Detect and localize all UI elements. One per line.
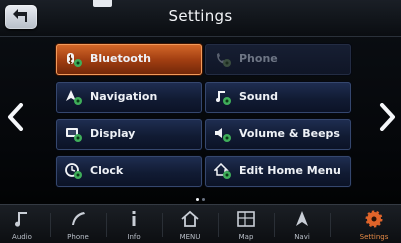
previous-page-button[interactable]	[6, 103, 26, 131]
divider	[274, 213, 275, 237]
bottom-audio-label: Audio	[12, 233, 32, 241]
phone-handset-icon	[72, 212, 85, 225]
divider	[330, 213, 331, 237]
bottom-map-label: Map	[238, 233, 254, 241]
page-title: Settings	[168, 7, 233, 25]
home-icon	[181, 210, 199, 227]
display-label: Display	[90, 127, 136, 140]
navigation-label: Navigation	[90, 90, 158, 103]
speaker-gear-icon	[215, 128, 231, 142]
divider	[50, 213, 51, 237]
sound-label: Sound	[239, 90, 279, 103]
clock-label: Clock	[90, 164, 124, 177]
bottom-menu-button[interactable]: MENU	[168, 205, 212, 243]
bottom-navi-label: Navi	[294, 233, 310, 241]
bottom-nav-bar: Audio Phone Info MENU Map Navi Settings	[0, 204, 401, 243]
phone-gear-icon	[217, 53, 231, 67]
page-dot-current	[196, 198, 199, 201]
music-note-gear-icon	[216, 91, 231, 105]
divider	[106, 213, 107, 237]
map-icon	[237, 211, 255, 227]
music-note-icon	[15, 212, 27, 227]
info-icon	[132, 211, 136, 226]
page-dot	[202, 198, 205, 201]
volume-beeps-label: Volume & Beeps	[239, 127, 340, 140]
display-gear-icon	[66, 128, 82, 142]
bottom-info-label: Info	[127, 233, 141, 241]
header-bar: Settings	[0, 0, 401, 37]
home-gear-icon	[214, 163, 231, 179]
bottom-navi-button[interactable]: Navi	[280, 205, 324, 243]
page-indicator	[196, 198, 208, 202]
phone-label: Phone	[239, 52, 278, 65]
volume-beeps-button[interactable]: Volume & Beeps	[205, 119, 351, 150]
chevron-right-icon	[380, 103, 395, 131]
phone-button[interactable]: Phone	[205, 44, 351, 75]
display-button[interactable]: Display	[56, 119, 202, 150]
divider	[162, 213, 163, 237]
clock-gear-icon	[65, 163, 82, 179]
bottom-phone-button[interactable]: Phone	[56, 205, 100, 243]
edit-home-menu-label: Edit Home Menu	[239, 164, 341, 177]
bottom-map-button[interactable]: Map	[224, 205, 268, 243]
clock-button[interactable]: Clock	[56, 156, 202, 187]
bottom-phone-label: Phone	[67, 233, 89, 241]
next-page-button[interactable]	[377, 103, 397, 131]
bottom-info-button[interactable]: Info	[112, 205, 156, 243]
navigation-gear-icon	[66, 90, 82, 105]
bluetooth-gear-icon	[67, 53, 82, 67]
header-tab-indicator	[93, 0, 112, 7]
bluetooth-button[interactable]: Bluetooth	[56, 44, 202, 75]
bottom-menu-label: MENU	[179, 233, 201, 241]
divider	[218, 213, 219, 237]
bottom-settings-button[interactable]: Settings	[352, 205, 396, 243]
navigation-button[interactable]: Navigation	[56, 82, 202, 113]
bluetooth-label: Bluetooth	[90, 52, 151, 65]
bottom-audio-button[interactable]: Audio	[0, 205, 44, 243]
edit-home-menu-button[interactable]: Edit Home Menu	[205, 156, 351, 187]
navigation-arrow-icon	[296, 211, 308, 226]
bottom-settings-label: Settings	[359, 233, 389, 241]
settings-screen: Settings Bluetooth Phone Navigation Soun…	[0, 0, 401, 243]
chevron-left-icon	[8, 103, 23, 131]
gear-icon	[365, 210, 383, 228]
sound-button[interactable]: Sound	[205, 82, 351, 113]
